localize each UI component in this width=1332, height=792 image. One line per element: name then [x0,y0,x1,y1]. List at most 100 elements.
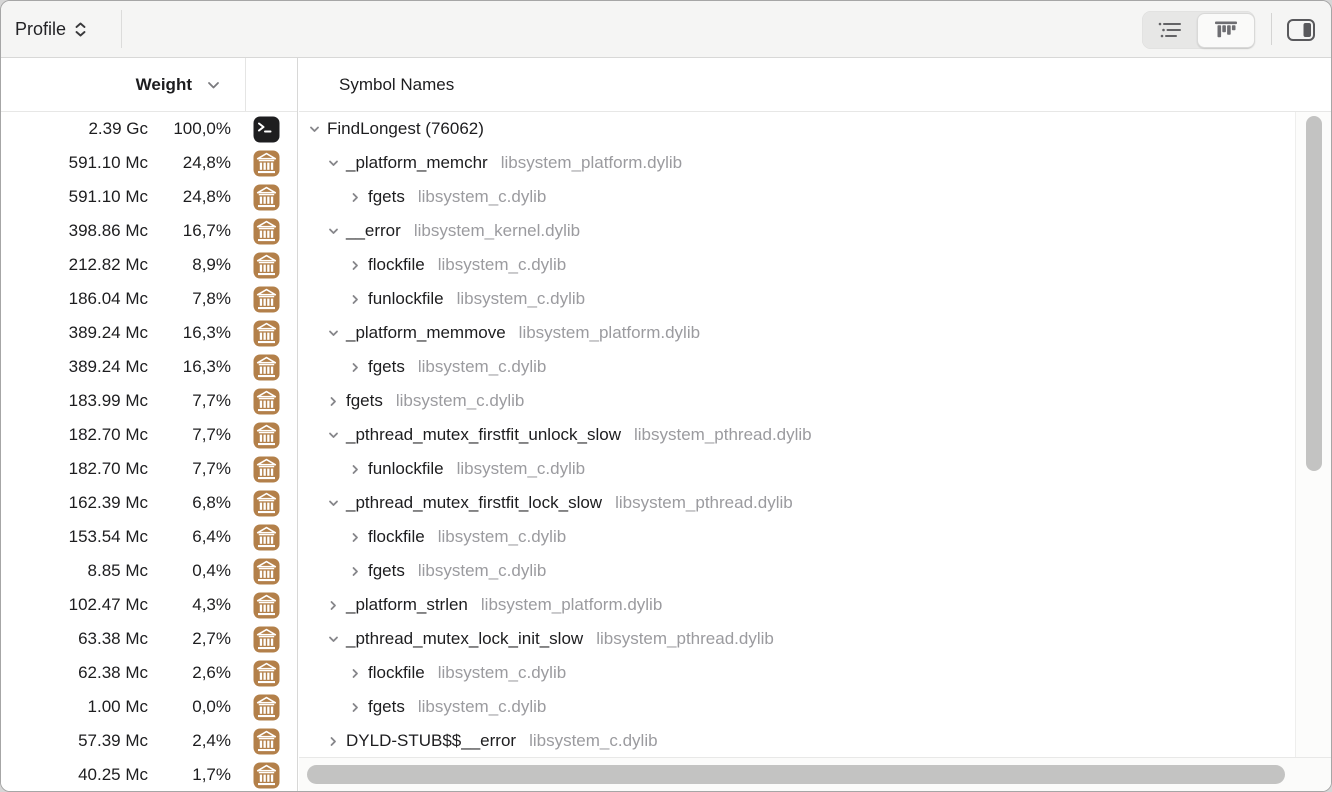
disclosure-chevron-icon[interactable] [348,666,362,680]
weight-percent: 2,4% [192,724,231,758]
disclosure-chevron-icon[interactable] [307,122,321,136]
bank-icon [253,286,280,313]
weight-value: 62.38 Mc [78,656,148,690]
call-tree-row[interactable]: flockfile libsystem_c.dylib [299,248,1295,282]
bank-icon [253,592,280,619]
toggle-right-sidebar-icon [1286,18,1316,42]
weight-value: 182.70 Mc [69,418,148,452]
call-tree-row[interactable]: _platform_strlen libsystem_platform.dyli… [299,588,1295,622]
weight-value: 186.04 Mc [69,282,148,316]
disclosure-chevron-icon[interactable] [348,700,362,714]
symbol-column-header[interactable]: Symbol Names [299,58,1331,112]
disclosure-chevron-icon[interactable] [326,496,340,510]
flame-graph-view-button[interactable] [1197,13,1255,48]
weight-percent: 2,6% [192,656,231,690]
library-name: libsystem_c.dylib [457,459,586,479]
disclosure-chevron-icon[interactable] [348,530,362,544]
call-tree-row[interactable]: __error libsystem_kernel.dylib [299,214,1295,248]
call-tree-row[interactable]: flockfile libsystem_c.dylib [299,656,1295,690]
weight-row[interactable]: 40.25 Mc 1,7% [1,758,297,791]
call-tree-row[interactable]: _platform_memmove libsystem_platform.dyl… [299,316,1295,350]
weight-row[interactable]: 389.24 Mc 16,3% [1,316,297,350]
weight-percent: 7,7% [192,452,231,486]
weight-percent: 24,8% [183,180,231,214]
disclosure-chevron-icon[interactable] [326,394,340,408]
library-name: libsystem_platform.dylib [501,153,682,173]
weight-rows: 2.39 Gc 100,0% 591.10 Mc 24,8% [1,112,297,791]
call-tree-row[interactable]: _pthread_mutex_firstfit_unlock_slow libs… [299,418,1295,452]
disclosure-chevron-icon[interactable] [326,224,340,238]
weight-row[interactable]: 389.24 Mc 16,3% [1,350,297,384]
weight-row[interactable]: 162.39 Mc 6,8% [1,486,297,520]
chevron-up-down-icon [74,22,87,37]
weight-row[interactable]: 8.85 Mc 0,4% [1,554,297,588]
disclosure-chevron-icon[interactable] [326,156,340,170]
call-tree-row[interactable]: _pthread_mutex_lock_init_slow libsystem_… [299,622,1295,656]
toolbar-separator [121,10,122,48]
disclosure-chevron-icon[interactable] [326,598,340,612]
call-tree-row[interactable]: fgets libsystem_c.dylib [299,180,1295,214]
weight-value: 102.47 Mc [69,588,148,622]
weight-row[interactable]: 63.38 Mc 2,7% [1,622,297,656]
call-tree-row[interactable]: _platform_memchr libsystem_platform.dyli… [299,146,1295,180]
disclosure-chevron-icon[interactable] [326,326,340,340]
bank-icon [253,422,280,449]
weight-row[interactable]: 591.10 Mc 24,8% [1,180,297,214]
bank-icon [253,728,280,755]
library-name: libsystem_c.dylib [418,357,547,377]
toolbar-separator [1271,13,1272,45]
disclosure-chevron-icon[interactable] [326,632,340,646]
call-tree-row[interactable]: funlockfile libsystem_c.dylib [299,282,1295,316]
bank-icon [253,660,280,687]
disclosure-chevron-icon[interactable] [326,428,340,442]
disclosure-chevron-icon[interactable] [348,292,362,306]
bank-icon [253,320,280,347]
weight-row[interactable]: 183.99 Mc 7,7% [1,384,297,418]
call-tree-row[interactable]: DYLD-STUB$$__error libsystem_c.dylib [299,724,1295,757]
weight-row[interactable]: 182.70 Mc 7,7% [1,418,297,452]
weight-value: 57.39 Mc [78,724,148,758]
call-tree-row[interactable]: fgets libsystem_c.dylib [299,554,1295,588]
call-tree-list-view-button[interactable] [1142,11,1198,49]
weight-row[interactable]: 398.86 Mc 16,7% [1,214,297,248]
disclosure-chevron-icon[interactable] [326,734,340,748]
disclosure-chevron-icon[interactable] [348,190,362,204]
weight-row[interactable]: 2.39 Gc 100,0% [1,112,297,146]
disclosure-chevron-icon[interactable] [348,258,362,272]
call-tree-row[interactable]: flockfile libsystem_c.dylib [299,520,1295,554]
call-tree-row[interactable]: FindLongest (76062) [299,112,1295,146]
call-tree-row[interactable]: funlockfile libsystem_c.dylib [299,452,1295,486]
library-name: libsystem_pthread.dylib [615,493,793,513]
call-tree-row[interactable]: _pthread_mutex_firstfit_lock_slow libsys… [299,486,1295,520]
profile-dropdown[interactable]: Profile [15,1,87,58]
weight-row[interactable]: 1.00 Mc 0,0% [1,690,297,724]
disclosure-chevron-icon[interactable] [348,462,362,476]
weight-row[interactable]: 153.54 Mc 6,4% [1,520,297,554]
call-tree-row[interactable]: fgets libsystem_c.dylib [299,690,1295,724]
call-tree-row[interactable]: fgets libsystem_c.dylib [299,350,1295,384]
disclosure-chevron-icon[interactable] [348,360,362,374]
vertical-scrollbar-thumb[interactable] [1306,116,1322,471]
disclosure-chevron-icon[interactable] [348,564,362,578]
weight-row[interactable]: 57.39 Mc 2,4% [1,724,297,758]
bank-icon [253,252,280,279]
call-tree-row[interactable]: fgets libsystem_c.dylib [299,384,1295,418]
weight-row[interactable]: 212.82 Mc 8,9% [1,248,297,282]
library-name: libsystem_c.dylib [418,187,547,207]
library-name: libsystem_c.dylib [418,697,547,717]
library-name: libsystem_pthread.dylib [596,629,774,649]
flame-graph-icon [1213,20,1239,40]
horizontal-scrollbar-thumb[interactable] [307,765,1285,784]
symbol-name: funlockfile [368,289,444,309]
weight-column-header[interactable]: Weight [1,58,297,112]
weight-row[interactable]: 591.10 Mc 24,8% [1,146,297,180]
weight-row[interactable]: 62.38 Mc 2,6% [1,656,297,690]
toggle-right-sidebar-button[interactable] [1280,11,1322,49]
weight-row[interactable]: 102.47 Mc 4,3% [1,588,297,622]
bank-icon [253,218,280,245]
library-name: libsystem_c.dylib [438,255,567,275]
library-name: libsystem_c.dylib [438,527,567,547]
symbol-name: _pthread_mutex_firstfit_unlock_slow [346,425,621,445]
weight-row[interactable]: 186.04 Mc 7,8% [1,282,297,316]
weight-row[interactable]: 182.70 Mc 7,7% [1,452,297,486]
